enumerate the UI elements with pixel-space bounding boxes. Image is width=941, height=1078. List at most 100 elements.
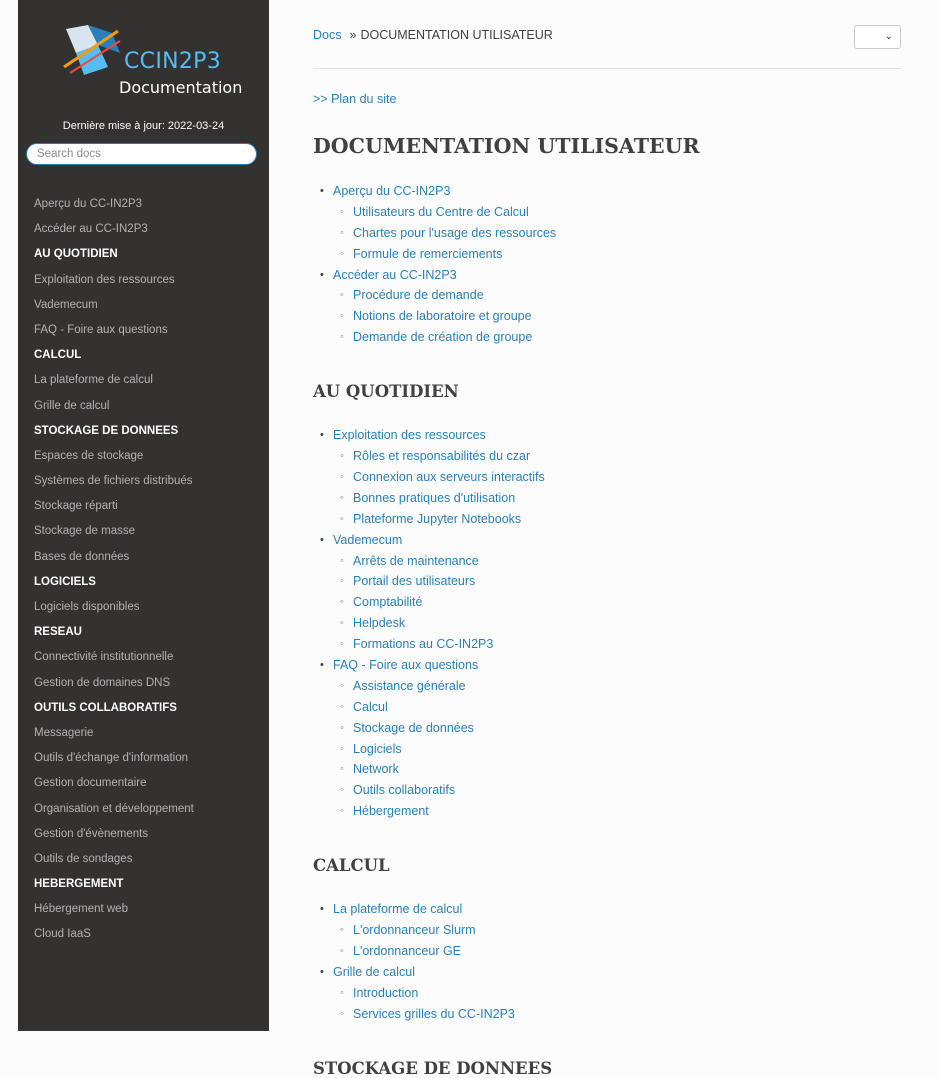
- toc-sublink-hebergement[interactable]: Hébergement: [353, 804, 429, 818]
- list-item: Exploitation des ressources: [313, 425, 545, 446]
- toc-sublink-chartes-pour-l-usage-des-ressources[interactable]: Chartes pour l'usage des ressources: [353, 226, 556, 240]
- toc-sublink-plateforme-jupyter-notebooks[interactable]: Plateforme Jupyter Notebooks: [353, 512, 521, 526]
- toc-sublink-services-grilles-du-cc-in2p3[interactable]: Services grilles du CC-IN2P3: [353, 1007, 515, 1021]
- sidebar-item-acceder-au-cc-in2p3[interactable]: Accéder au CC-IN2P3: [18, 217, 269, 242]
- list-item: Services grilles du CC-IN2P3: [313, 1004, 515, 1025]
- search-input[interactable]: [26, 143, 257, 165]
- toc-link-apercu-du-cc-in2p3[interactable]: Aperçu du CC-IN2P3: [333, 184, 450, 198]
- sidebar-caption-outils-collaboratifs: OUTILS COLLABORATIFS: [34, 701, 177, 714]
- list-item: L'ordonnanceur Slurm: [313, 920, 515, 941]
- sidebar-item-hebergement-web[interactable]: Hébergement web: [18, 897, 269, 922]
- sidebar-item-grille-de-calcul[interactable]: Grille de calcul: [18, 394, 269, 419]
- sidebar-item-outils-de-sondages[interactable]: Outils de sondages: [18, 847, 269, 872]
- list-item: Utilisateurs du Centre de Calcul: [313, 202, 556, 223]
- toc-sublink-utilisateurs-du-centre-de-calcul[interactable]: Utilisateurs du Centre de Calcul: [353, 205, 529, 219]
- list-item: Portail des utilisateurs: [313, 571, 545, 592]
- toc-sublink-comptabilite[interactable]: Comptabilité: [353, 595, 422, 609]
- list-item: Hébergement: [313, 801, 545, 822]
- list-item: Helpdesk: [313, 613, 545, 634]
- toc-link-faq-foire-aux-questions[interactable]: FAQ - Foire aux questions: [333, 658, 478, 672]
- list-item: Connexion aux serveurs interactifs: [313, 467, 545, 488]
- toc-sublink-network[interactable]: Network: [353, 762, 399, 776]
- toc-sublink-connexion-aux-serveurs-interactifs[interactable]: Connexion aux serveurs interactifs: [353, 470, 545, 484]
- sidebar-item-messagerie[interactable]: Messagerie: [18, 721, 269, 746]
- sidebar-item-faq-foire-aux-questions[interactable]: FAQ - Foire aux questions: [18, 318, 269, 343]
- page-title: DOCUMENTATION UTILISATEUR: [313, 134, 700, 158]
- section-title-au-quotidien: AU QUOTIDIEN: [313, 382, 459, 402]
- sidebar-item-vademecum[interactable]: Vademecum: [18, 293, 269, 318]
- list-item: Calcul: [313, 697, 545, 718]
- sidebar-item-connectivite-institutionnelle[interactable]: Connectivité institutionnelle: [18, 645, 269, 670]
- sidebar-caption-logiciels: LOGICIELS: [34, 575, 96, 588]
- sidebar-item-systemes-de-fichiers-distribues[interactable]: Systèmes de fichiers distribués: [18, 469, 269, 494]
- sidebar-item-logiciels-disponibles[interactable]: Logiciels disponibles: [18, 595, 269, 620]
- toc-sublink-l-ordonnanceur-ge[interactable]: L'ordonnanceur GE: [353, 944, 461, 958]
- toc-sublink-demande-de-creation-de-groupe[interactable]: Demande de création de groupe: [353, 330, 532, 344]
- toc-sublink-arrets-de-maintenance[interactable]: Arrêts de maintenance: [353, 554, 479, 568]
- sidebar-item-organisation-et-developpement[interactable]: Organisation et développement: [18, 797, 269, 822]
- sidebar-caption-stockage-de-donnees: STOCKAGE DE DONNEES: [34, 424, 179, 437]
- toc-sublink-formule-de-remerciements[interactable]: Formule de remerciements: [353, 247, 502, 261]
- sidebar-item-gestion-de-domaines-dns[interactable]: Gestion de domaines DNS: [18, 671, 269, 696]
- ccin2p3-logo-icon[interactable]: [62, 23, 122, 79]
- sidebar-item-gestion-d-evenements[interactable]: Gestion d'évènements: [18, 822, 269, 847]
- sidebar-item-cloud-iaas[interactable]: Cloud IaaS: [18, 922, 269, 947]
- brand: CCIN2P3 Documentation Dernière mise à jo…: [18, 0, 269, 136]
- list-item: Arrêts de maintenance: [313, 551, 545, 572]
- toc-link-grille-de-calcul[interactable]: Grille de calcul: [333, 965, 415, 979]
- toc-sublink-notions-de-laboratoire-et-groupe[interactable]: Notions de laboratoire et groupe: [353, 309, 532, 323]
- list-item: Accéder au CC-IN2P3: [313, 265, 556, 286]
- toc-sublink-assistance-generale[interactable]: Assistance générale: [353, 679, 466, 693]
- section-title-stockage-de-donnees: STOCKAGE DE DONNEES: [313, 1058, 553, 1078]
- sidebar-item-la-plateforme-de-calcul[interactable]: La plateforme de calcul: [18, 368, 269, 393]
- list-item: FAQ - Foire aux questions: [313, 655, 545, 676]
- toc-sublink-outils-collaboratifs[interactable]: Outils collaboratifs: [353, 783, 455, 797]
- sidebar-item-exploitation-des-ressources[interactable]: Exploitation des ressources: [18, 268, 269, 293]
- divider: [313, 68, 901, 69]
- logo-subtitle[interactable]: Documentation: [119, 78, 242, 97]
- toc-list: La plateforme de calcul L'ordonnanceur Sl…: [313, 899, 515, 1024]
- toc-sublink-bonnes-pratiques-d-utilisation[interactable]: Bonnes pratiques d'utilisation: [353, 491, 515, 505]
- logo-text[interactable]: CCIN2P3: [124, 49, 221, 74]
- sitemap-link[interactable]: >> Plan du site: [313, 92, 396, 106]
- list-item: L'ordonnanceur GE: [313, 941, 515, 962]
- sidebar-item-stockage-de-masse[interactable]: Stockage de masse: [18, 519, 269, 544]
- last-update: Dernière mise à jour: 2022-03-24: [62, 120, 225, 132]
- breadcrumb-home-link[interactable]: Docs: [313, 28, 341, 42]
- sidebar-menu: Aperçu du CC-IN2P3 Accéder au CC-IN2P3 AU …: [18, 192, 269, 948]
- list-item: Stockage de données: [313, 718, 545, 739]
- list-item: Vademecum: [313, 530, 545, 551]
- list-item: Demande de création de groupe: [313, 327, 556, 348]
- toc-sublink-portail-des-utilisateurs[interactable]: Portail des utilisateurs: [353, 574, 475, 588]
- list-item: Notions de laboratoire et groupe: [313, 306, 556, 327]
- toc-link-exploitation-des-ressources[interactable]: Exploitation des ressources: [333, 428, 486, 442]
- sidebar-item-gestion-documentaire[interactable]: Gestion documentaire: [18, 771, 269, 796]
- list-item: Formule de remerciements: [313, 244, 556, 265]
- sidebar-item-outils-d-echange-d-information[interactable]: Outils d'échange d'information: [18, 746, 269, 771]
- list-item: Comptabilité: [313, 592, 545, 613]
- toc-sublink-l-ordonnanceur-slurm[interactable]: L'ordonnanceur Slurm: [353, 923, 476, 937]
- sidebar-caption-reseau: RESEAU: [34, 626, 82, 639]
- toc-sublink-stockage-de-donnees[interactable]: Stockage de données: [353, 721, 474, 735]
- sidebar-caption-hebergement: HEBERGEMENT: [34, 878, 124, 891]
- toc-sublink-procedure-de-demande[interactable]: Procédure de demande: [353, 288, 484, 302]
- version-select[interactable]: ⌄: [854, 25, 901, 49]
- toc-sublink-helpdesk[interactable]: Helpdesk: [353, 616, 405, 630]
- toc-sublink-introduction[interactable]: Introduction: [353, 986, 418, 1000]
- breadcrumb-separator: »: [349, 28, 357, 42]
- toc-sublink-roles-et-responsabilites-du-czar[interactable]: Rôles et responsabilités du czar: [353, 449, 530, 463]
- toc-link-la-plateforme-de-calcul[interactable]: La plateforme de calcul: [333, 902, 462, 916]
- list-item: Outils collaboratifs: [313, 780, 545, 801]
- toc-sublink-formations-au-cc-in2p3[interactable]: Formations au CC-IN2P3: [353, 637, 493, 651]
- list-item: Bonnes pratiques d'utilisation: [313, 488, 545, 509]
- sidebar-item-espaces-de-stockage[interactable]: Espaces de stockage: [18, 444, 269, 469]
- list-item: Procédure de demande: [313, 285, 556, 306]
- toc-sublink-logiciels[interactable]: Logiciels: [353, 742, 402, 756]
- toc-link-vademecum[interactable]: Vademecum: [333, 533, 402, 547]
- toc-link-acceder-au-cc-in2p3[interactable]: Accéder au CC-IN2P3: [333, 268, 457, 282]
- sidebar-item-stockage-reparti[interactable]: Stockage réparti: [18, 494, 269, 519]
- sidebar-item-apercu-du-cc-in2p3[interactable]: Aperçu du CC-IN2P3: [18, 192, 269, 217]
- sidebar-item-bases-de-donnees[interactable]: Bases de données: [18, 545, 269, 570]
- breadcrumb-current: DOCUMENTATION UTILISATEUR: [360, 28, 553, 42]
- toc-sublink-calcul[interactable]: Calcul: [353, 700, 388, 714]
